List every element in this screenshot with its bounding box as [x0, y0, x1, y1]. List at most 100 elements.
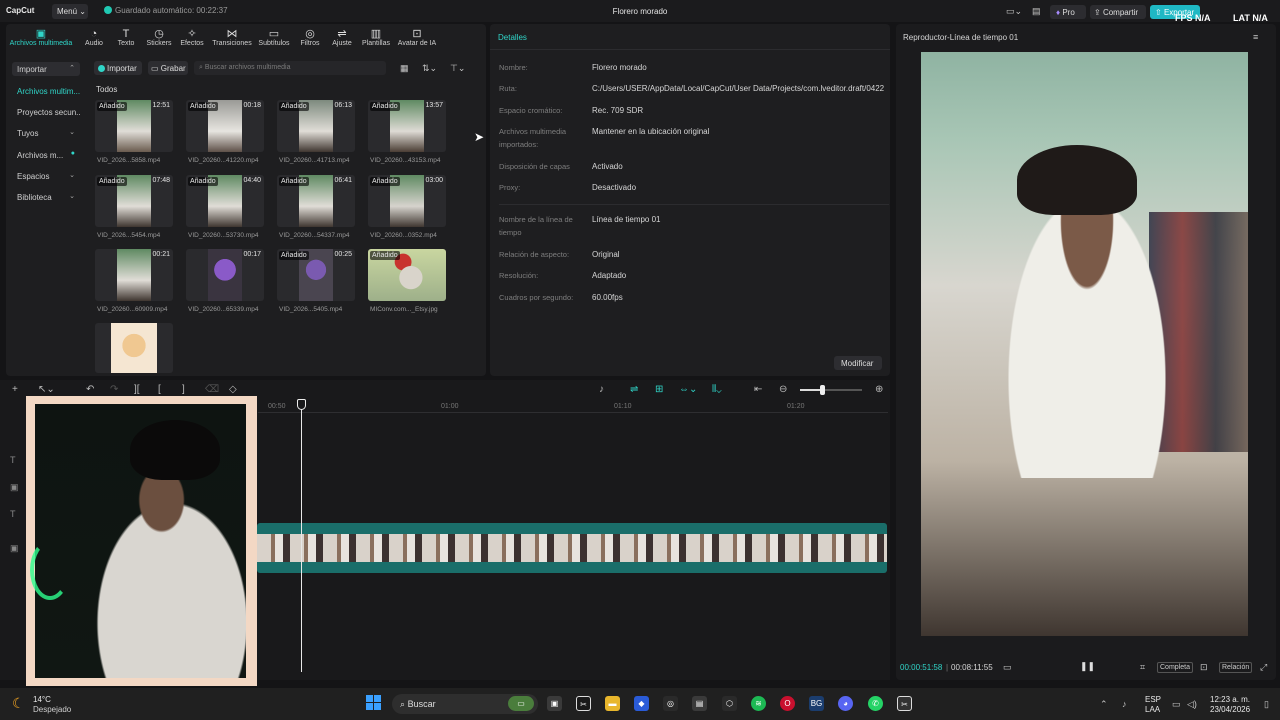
add-track-icon[interactable]: + — [12, 384, 18, 395]
capcut-app-icon[interactable]: ✂ — [576, 696, 591, 711]
split-icon[interactable]: ][ — [134, 384, 140, 395]
microphone-icon[interactable]: ♪ — [599, 384, 604, 395]
playhead-line[interactable] — [301, 400, 302, 672]
app-obs-icon[interactable]: ⬡ — [722, 696, 737, 711]
tool-transitions[interactable]: ⋈ Transiciones — [210, 28, 254, 47]
media-search-input[interactable]: ⌕ Buscar archivos multimedia — [194, 61, 386, 75]
media-item[interactable]: Añadido 04:40 — [186, 175, 264, 227]
tool-stickers[interactable]: ◷ Stickers — [144, 28, 174, 47]
zoom-out-icon[interactable]: ⊖ — [779, 384, 787, 395]
grid-view-icon[interactable]: ▦ — [400, 63, 409, 74]
sidebar-item-library[interactable]: Biblioteca ⌄ — [12, 190, 80, 204]
windows-start-icon[interactable] — [366, 695, 382, 711]
widget-game-icon[interactable]: ▭ — [508, 696, 534, 711]
media-item[interactable]: Añadido 00:25 — [277, 249, 355, 301]
clock-date[interactable]: 23/04/2026 — [1210, 705, 1250, 714]
zoom-in-icon[interactable]: ⊕ — [875, 384, 883, 395]
aspect-ratio-button[interactable]: Relación — [1219, 662, 1253, 673]
safe-area-icon[interactable]: ▭ — [1003, 662, 1012, 673]
media-item[interactable]: Añadido 07:48 — [95, 175, 173, 227]
discord-icon[interactable]: ◕ — [838, 696, 853, 711]
fullscreen-mode-button[interactable]: Completa — [1157, 662, 1193, 673]
fit-icon[interactable]: ⇤ — [754, 384, 762, 395]
language-code[interactable]: ESP — [1145, 695, 1161, 704]
split-screen-icon[interactable]: ⫴⌄ — [712, 384, 722, 395]
opera-icon[interactable]: O — [780, 696, 795, 711]
app-blue-icon[interactable]: ◆ — [634, 696, 649, 711]
share-button[interactable]: ⇪ Compartir — [1090, 5, 1146, 19]
microphone-icon[interactable]: ♪ — [1122, 699, 1127, 709]
clock-time[interactable]: 12:23 a. m. — [1210, 695, 1250, 704]
sidebar-item-yours[interactable]: Tuyos ⌄ — [12, 126, 80, 140]
trim-left-icon[interactable]: [ — [158, 384, 161, 395]
tool-text[interactable]: T Texto — [112, 28, 140, 47]
file-explorer-icon[interactable]: ▬ — [605, 696, 620, 711]
sort-icon[interactable]: ⇅⌄ — [422, 63, 437, 74]
zoom-fit-icon[interactable]: ⊡ — [1200, 662, 1208, 673]
chevron-up-icon[interactable]: ⌃ — [1100, 699, 1108, 710]
cut-icon[interactable]: ⌗ — [1140, 662, 1145, 673]
media-item[interactable]: 00:21 — [95, 249, 173, 301]
layout-icon[interactable]: ▭⌄ — [1006, 6, 1022, 17]
preview-axis-icon[interactable]: ⇔⌄ — [679, 384, 697, 395]
import-button[interactable]: Importar — [94, 61, 142, 75]
shield-icon[interactable]: ◇ — [229, 384, 237, 395]
media-item[interactable] — [95, 323, 173, 373]
spotify-icon[interactable]: ≋ — [751, 696, 766, 711]
video-preview[interactable] — [921, 52, 1248, 636]
media-item[interactable]: Añadido 06:41 — [277, 175, 355, 227]
select-tool-icon[interactable]: ↖⌄ — [38, 384, 55, 395]
app-icon[interactable]: ▤ — [692, 696, 707, 711]
capcut-active-icon[interactable]: ✂ — [897, 696, 912, 711]
media-item[interactable]: Añadido 13:57 — [368, 100, 446, 152]
magnet-icon[interactable]: ⇌ — [630, 384, 638, 395]
tool-filters[interactable]: ◎ Filtros — [296, 28, 324, 47]
tool-media[interactable]: ▣ Archivos multimedia — [8, 28, 74, 47]
sidebar-item-media-cloud[interactable]: Archivos m... ● — [12, 148, 80, 162]
shortcuts-icon[interactable]: ▤ — [1032, 6, 1041, 17]
media-item[interactable]: Añadido 12:51 — [95, 100, 173, 152]
sidebar-item-sub-projects[interactable]: Proyectos secun... — [12, 105, 80, 119]
tool-effects[interactable]: ✧ Efectos — [178, 28, 206, 47]
sidebar-item-import[interactable]: Importar ⌃ — [12, 62, 80, 76]
whatsapp-icon[interactable]: ✆ — [868, 696, 883, 711]
tool-audio[interactable]: ◔ Audio — [80, 28, 108, 47]
media-item[interactable]: Añadido 06:13 — [277, 100, 355, 152]
keyboard-layout[interactable]: LAA — [1145, 705, 1160, 714]
media-item[interactable]: Añadido 00:18 — [186, 100, 264, 152]
sidebar-item-media-files[interactable]: Archivos multim... — [12, 84, 80, 98]
volume-icon[interactable]: ◁) — [1187, 699, 1197, 710]
task-view-icon[interactable]: ▣ — [547, 696, 562, 711]
media-item[interactable]: Añadido — [368, 249, 446, 301]
sidebar-item-spaces[interactable]: Espacios ⌄ — [12, 169, 80, 183]
playhead-handle[interactable] — [297, 399, 306, 410]
menu-icon[interactable]: ≡ — [1253, 32, 1258, 42]
tool-templates[interactable]: ▥ Plantillas — [358, 28, 394, 47]
tool-ai-avatar[interactable]: ⊡ Avatar de IA — [396, 28, 438, 47]
media-item[interactable]: 00:17 — [186, 249, 264, 301]
pro-button[interactable]: ♦ Pro — [1050, 5, 1086, 19]
zoom-slider-handle[interactable] — [820, 385, 825, 395]
app-chrome-icon[interactable]: ◎ — [663, 696, 678, 711]
tool-adjust[interactable]: ⇌ Ajuste — [328, 28, 356, 47]
modify-button[interactable]: Modificar — [834, 356, 882, 370]
fullscreen-icon[interactable]: ⤢ — [1260, 662, 1267, 673]
moon-weather-icon[interactable]: ☾ — [12, 695, 25, 712]
network-icon[interactable]: ▭ — [1172, 699, 1181, 710]
link-icon[interactable]: ⊞ — [655, 384, 663, 395]
app-bg-icon[interactable]: BG — [809, 696, 824, 711]
time-ruler[interactable] — [258, 412, 888, 413]
record-button[interactable]: ▭ Grabar — [148, 61, 188, 75]
pause-button[interactable]: ❚❚ — [1080, 661, 1095, 672]
redo-icon[interactable]: ↷ — [110, 384, 118, 395]
tool-captions[interactable]: ▭ Subtítulos — [256, 28, 292, 47]
media-item[interactable]: Añadido 03:00 — [368, 175, 446, 227]
trim-right-icon[interactable]: ] — [182, 384, 185, 395]
video-clip[interactable] — [257, 534, 887, 562]
weather-description[interactable]: Despejado — [33, 705, 71, 714]
weather-temperature[interactable]: 14°C — [33, 695, 51, 704]
delete-icon[interactable]: ⌫ — [205, 384, 219, 395]
filter-icon[interactable]: ⊤⌄ — [450, 63, 465, 74]
notification-icon[interactable]: ▯ — [1264, 699, 1269, 710]
undo-icon[interactable]: ↶ — [86, 384, 94, 395]
